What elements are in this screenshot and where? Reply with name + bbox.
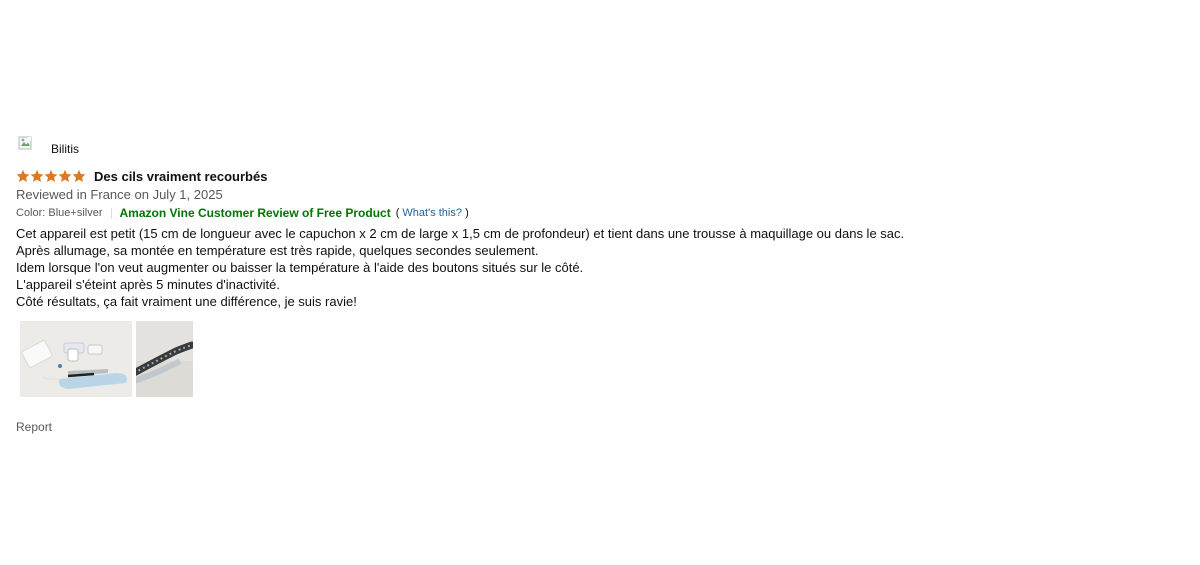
whats-this-link[interactable]: What's this?	[402, 207, 462, 219]
product-variant: Color: Blue+silver	[16, 207, 103, 219]
star-icon	[58, 169, 72, 183]
star-icon	[16, 169, 30, 183]
star-icon	[72, 169, 86, 183]
review-images	[20, 321, 1176, 397]
review-body-line: Après allumage, sa montée en température…	[16, 243, 539, 258]
paren-close: )	[465, 207, 469, 219]
review-format-row: Color: Blue+silver Amazon Vine Customer …	[16, 204, 1176, 222]
report-link[interactable]: Report	[16, 420, 1176, 434]
vine-badge: Amazon Vine Customer Review of Free Prod…	[119, 206, 391, 220]
review-image-thumbnail[interactable]	[20, 321, 132, 397]
reviewer-name[interactable]: Bilitis	[51, 142, 79, 156]
review-body-line: Côté résultats, ça fait vraiment une dif…	[16, 294, 357, 309]
paren-open: (	[395, 207, 400, 219]
review-body: Cet appareil est petit (15 cm de longueu…	[16, 225, 1176, 310]
review-image-thumbnail[interactable]	[136, 321, 193, 397]
review-title-row: Des cils vraiment recourbés	[16, 167, 1176, 185]
review-card: Bilitis Des cils vraiment recourbés Revi…	[16, 134, 1176, 434]
product-kit-photo	[20, 321, 132, 397]
star-rating[interactable]	[16, 169, 86, 183]
star-icon	[44, 169, 58, 183]
eyelash-comb-closeup-photo	[136, 321, 193, 397]
review-body-line: Cet appareil est petit (15 cm de longueu…	[16, 226, 905, 241]
whats-this-wrapper: ( What's this? )	[396, 207, 469, 219]
divider	[110, 207, 112, 219]
review-body-line: L'appareil s'éteint après 5 minutes d'in…	[16, 277, 280, 292]
review-title[interactable]: Des cils vraiment recourbés	[94, 169, 267, 184]
review-date: Reviewed in France on July 1, 2025	[16, 187, 223, 202]
review-body-line: Idem lorsque l'on veut augmenter ou bais…	[16, 260, 584, 275]
star-icon	[30, 169, 44, 183]
reviewer-profile[interactable]: Bilitis	[16, 134, 1176, 162]
broken-image-icon	[18, 135, 34, 151]
